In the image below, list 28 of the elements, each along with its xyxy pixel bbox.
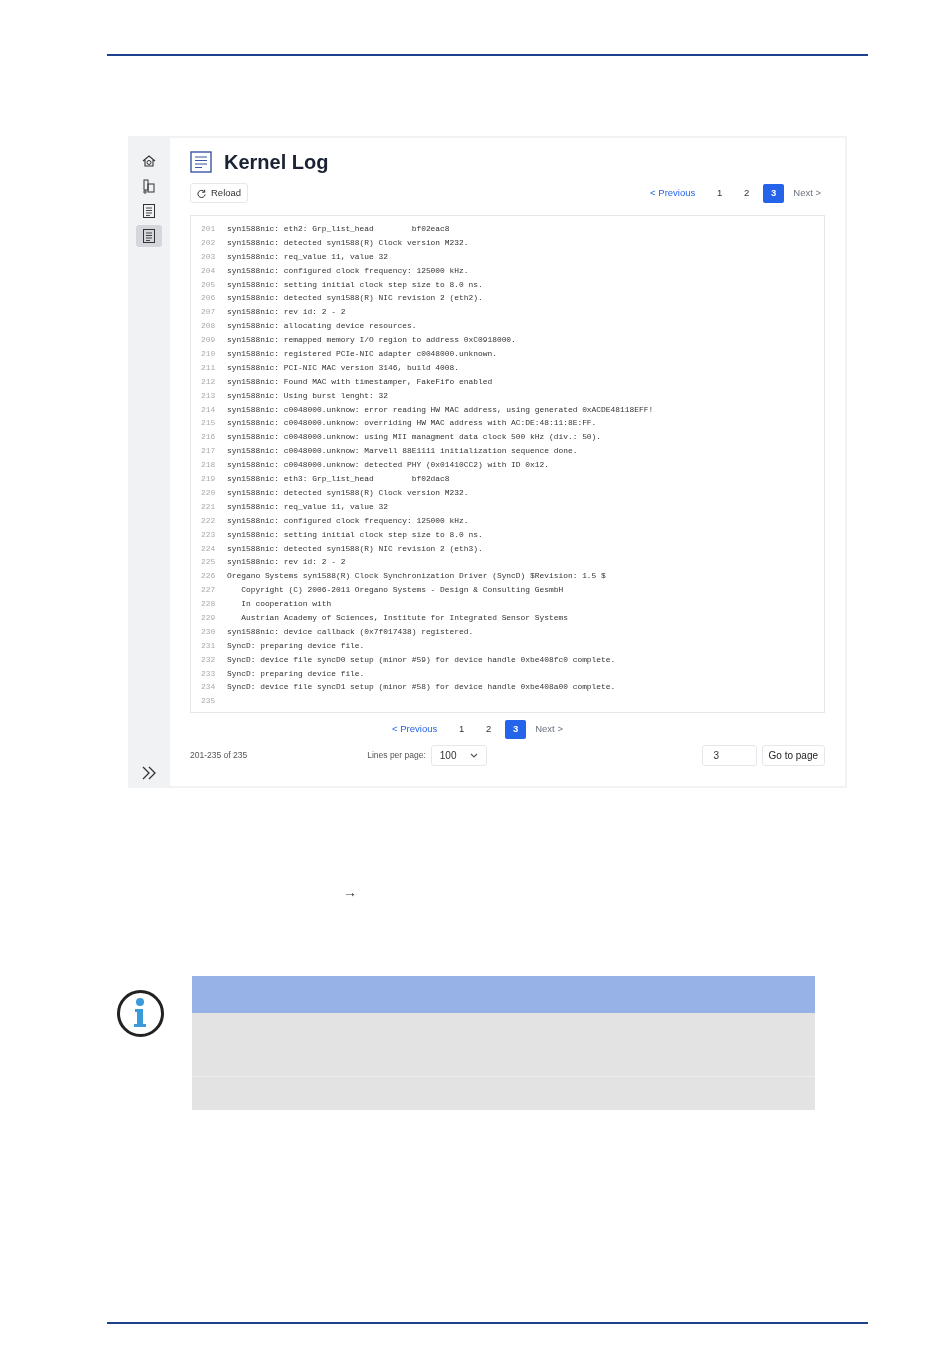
range-text: 201-235 of 235 — [190, 748, 248, 762]
page-button[interactable]: 2 — [736, 183, 758, 203]
sidebar-item[interactable] — [136, 225, 162, 247]
document-icon — [141, 228, 157, 244]
arrow-symbol: → — [343, 883, 357, 902]
lines-per-page-select[interactable]: 100 — [430, 744, 487, 766]
reload-button[interactable]: Reload — [190, 183, 249, 203]
refresh-icon — [197, 188, 206, 198]
expand-icon[interactable] — [141, 766, 157, 780]
lines-per-page-label: Lines per page: — [367, 748, 426, 762]
next-link[interactable]: Next > — [535, 721, 563, 737]
page-button[interactable]: 3 — [505, 719, 527, 739]
info-icon — [116, 989, 165, 1038]
previous-link[interactable]: < Previous — [392, 721, 438, 737]
previous-link[interactable]: < Previous — [650, 185, 696, 201]
page-button[interactable]: 2 — [478, 719, 500, 739]
go-to-page-button[interactable]: Go to page — [761, 744, 825, 766]
device-icon — [141, 178, 157, 194]
page-button[interactable]: 3 — [763, 183, 785, 203]
next-link[interactable]: Next > — [793, 185, 821, 201]
home-icon — [141, 153, 157, 169]
page-button[interactable]: 1 — [709, 183, 731, 203]
page-title: Kernel Log — [224, 150, 329, 175]
document-icon — [190, 151, 212, 173]
chevron-down-icon — [469, 752, 478, 758]
page-button[interactable]: 1 — [451, 719, 473, 739]
document-icon — [141, 203, 157, 219]
page-number-field[interactable]: 3 — [701, 744, 757, 766]
